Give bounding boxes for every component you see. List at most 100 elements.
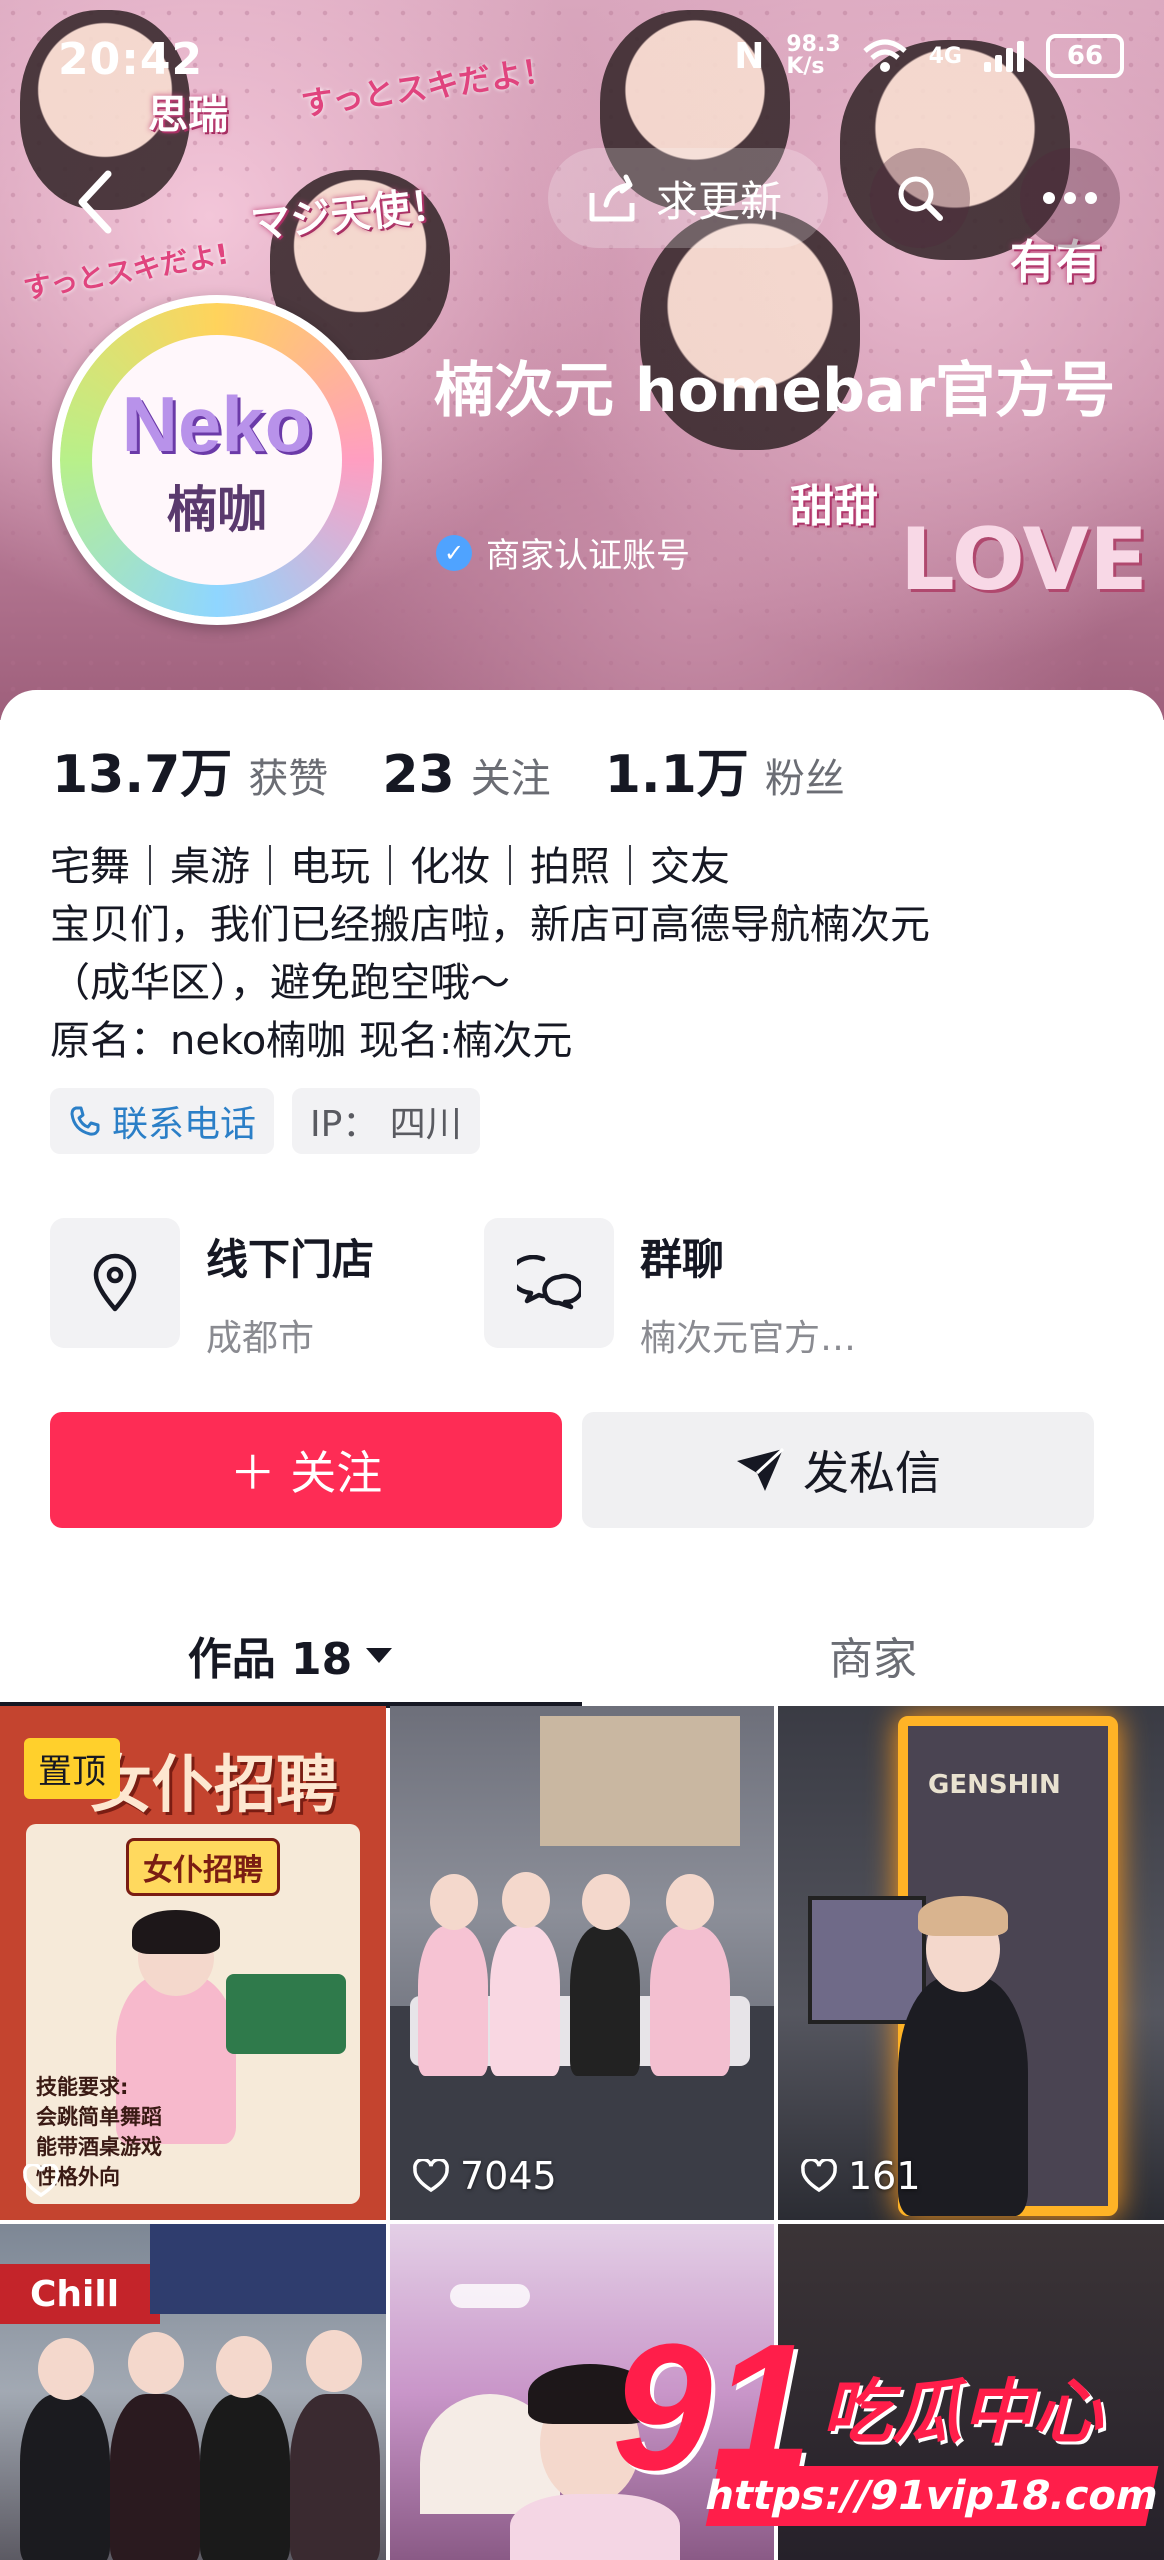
video-thumbnail[interactable]: 7045 [390,1706,774,2220]
profile-avatar[interactable]: Neko 楠咖 [52,295,382,625]
network-speed: 98.3 K/s [786,34,840,78]
send-icon [737,1447,785,1491]
bio-line: 原名：neko楠咖 现名:楠次元 [50,1018,573,1064]
more-button[interactable] [1020,148,1120,248]
thumb-person-hair [918,1896,1008,1936]
video-thumbnail[interactable]: GENSHIN 161 [778,1706,1164,2220]
tab-works[interactable]: 作品 18 [0,1590,582,1720]
group-chat-title: 群聊 [640,1235,725,1284]
avatar-logo-subtext: 楠咖 [167,480,267,539]
profile-tags: 联系电话 IP： 四川 [50,1088,480,1154]
network-speed-unit: K/s [786,54,825,79]
thumb-storefront-label: Chill [30,2274,120,2315]
thumb-person-head [582,1874,630,1930]
signal-bars-icon [984,40,1024,72]
shop-links: 线下门店 成都市 群聊 楠次元官方… [50,1218,1114,1361]
likes-label[interactable]: 获赞 [248,746,328,804]
tab-merchant[interactable]: 商家 [582,1590,1164,1720]
avatar-ring: Neko 楠咖 [60,303,374,617]
status-icons: N 98.3 K/s 4G 66 [734,34,1124,78]
like-count-overlay [22,2164,60,2198]
like-count-overlay: 7045 [412,2154,557,2198]
ip-location-label: IP： 四川 [310,1104,462,1145]
banner-sticker: LOVE [900,510,1148,610]
follow-label: ＋ 关注 [229,1446,383,1500]
back-button[interactable] [62,162,126,242]
thumb-person [418,1926,488,2076]
search-icon [898,176,943,221]
thumb-person-head [306,2330,362,2392]
thumb-person [110,2394,200,2560]
thumb-light [450,2284,530,2308]
cellular-label: 4G [928,43,962,69]
share-update-icon [589,174,635,222]
wifi-icon [862,39,907,72]
thumb-person [20,2394,110,2560]
thumb-person-head [216,2336,272,2398]
ip-location-tag: IP： 四川 [292,1088,480,1154]
tab-merchant-label: 商家 [829,1634,917,1685]
thumb-person [650,1926,730,2076]
profile-banner: 思瑞 マジ天使！ すっとスキだよ！ 有有 甜甜 LOVE すっとスキだよ! 20… [0,0,1164,720]
thumb-person-head [666,1874,714,1930]
location-pin-icon [93,1253,137,1312]
group-chat-name: 楠次元官方… [640,1318,857,1359]
following-count: 23 [382,745,455,805]
poster-banner: 女仆招聘 [126,1838,280,1896]
offline-store-link[interactable]: 线下门店 成都市 [50,1218,374,1361]
battery-icon: 66 [1046,34,1124,78]
thumb-person-head [38,2338,94,2400]
watermark-url: https://91vip18.com [701,2466,1163,2526]
poster-title: 女仆招聘 [90,1748,339,1821]
thumb-person [200,2394,290,2560]
group-chat-link[interactable]: 群聊 楠次元官方… [484,1218,856,1361]
message-button[interactable]: 发私信 [582,1412,1094,1528]
search-button[interactable] [870,148,970,248]
bio-line: 宅舞｜桌游｜电玩｜化妆｜拍照｜交友 [50,844,730,890]
stats-row: 13.7万 获赞 23 关注 1.1万 粉丝 [52,732,899,807]
profile-bio: 宅舞｜桌游｜电玩｜化妆｜拍照｜交友 宝贝们，我们已经搬店啦，新店可高德导航楠次元… [50,838,1110,1070]
chat-bubbles-icon [517,1255,581,1310]
profile-name: 楠次元 homebar官方号 [434,356,1116,426]
likes-count: 13.7万 [52,745,233,805]
verified-row: ✓ 商家认证账号 [436,528,690,577]
contact-phone-label: 联系电话 [112,1104,257,1145]
site-watermark: 91 吃瓜中心 https://91vip18.com [612,2318,1163,2538]
following-label[interactable]: 关注 [471,746,551,804]
thumb-building [540,1716,740,1846]
message-label: 发私信 [803,1446,941,1500]
tab-works-label: 作品 18 [187,1634,353,1685]
shop-icon-box [484,1218,614,1348]
poster-req-item: 能带酒桌游戏 [36,2135,162,2159]
followers-label[interactable]: 粉丝 [765,746,845,804]
verified-label: 商家认证账号 [486,536,690,576]
poster-req-item: 会跳简单舞蹈 [36,2105,162,2129]
request-update-button[interactable]: 求更新 [548,148,828,248]
shop-text: 线下门店 成都市 [206,1218,374,1361]
bio-line: （成华区），避免跑空哦～ [50,960,510,1006]
thumb-person [290,2394,380,2560]
status-bar: 20:42 N 98.3 K/s 4G 66 [0,0,1164,110]
watermark-brand: 吃瓜中心 [822,2371,1102,2453]
offline-store-city: 成都市 [206,1318,315,1359]
maid-figure-hair [132,1910,220,1954]
poster-req-title: 技能要求: [36,2075,129,2099]
thumb-person [570,1926,640,2076]
status-time: 20:42 [58,34,204,85]
pinned-badge: 置顶 [24,1738,120,1799]
poster-table [226,1974,346,2054]
thumb-person-head [430,1874,478,1930]
poster-body: 女仆招聘 技能要求: 会跳简单舞蹈 能带酒桌游戏 性格外向 [26,1824,360,2204]
contact-phone-tag[interactable]: 联系电话 [50,1088,275,1154]
thumb-person [490,1926,560,2076]
thumb-person-head [128,2332,184,2394]
thumb-building [150,2224,386,2314]
thumb-person-head [502,1872,550,1928]
nfc-icon: N [734,35,765,77]
heart-icon [413,2159,449,2193]
caret-down-icon [366,1648,393,1663]
follow-button[interactable]: ＋ 关注 [50,1412,562,1528]
video-thumbnail[interactable]: Chill [0,2224,386,2560]
like-count-overlay: 161 [800,2154,921,2198]
video-thumbnail[interactable]: 女仆招聘 女仆招聘 技能要求: 会跳简单舞蹈 能带酒桌游戏 性格外向 置顶 [0,1706,386,2220]
